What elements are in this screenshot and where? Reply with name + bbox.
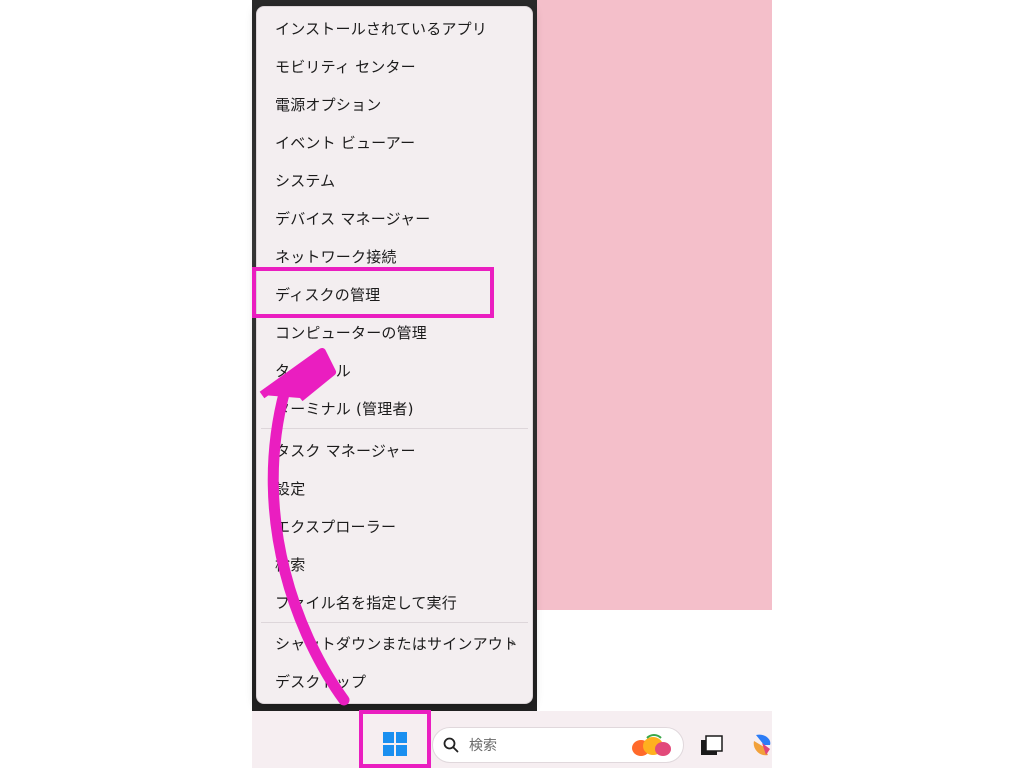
winx-context-menu: インストールされているアプリ モビリティ センター 電源オプション イベント ビ… — [256, 6, 533, 704]
menu-item-mobility-center[interactable]: モビリティ センター — [257, 47, 534, 85]
menu-item-installed-apps[interactable]: インストールされているアプリ — [257, 9, 534, 47]
menu-item-label: 設定 — [275, 479, 306, 498]
chevron-right-icon: › — [510, 635, 516, 651]
menu-item-terminal-admin[interactable]: ターミナル (管理者) — [257, 389, 534, 427]
search-highlight-fruit-icon — [632, 734, 671, 756]
menu-item-label: ファイル名を指定して実行 — [275, 593, 457, 612]
menu-separator — [261, 622, 528, 623]
menu-item-label: シャットダウンまたはサインアウト — [275, 634, 519, 653]
menu-item-run[interactable]: ファイル名を指定して実行 — [257, 583, 534, 621]
menu-item-task-manager[interactable]: タスク マネージャー — [257, 431, 534, 469]
task-view-icon[interactable] — [700, 735, 724, 757]
menu-item-terminal[interactable]: ターミナル — [257, 351, 534, 389]
menu-separator — [261, 428, 528, 429]
menu-item-event-viewer[interactable]: イベント ビューアー — [257, 123, 534, 161]
menu-item-label: ターミナル (管理者) — [275, 399, 414, 418]
menu-item-settings[interactable]: 設定 — [257, 469, 534, 507]
screenshot-stage: インストールされているアプリ モビリティ センター 電源オプション イベント ビ… — [0, 0, 1024, 768]
menu-item-label: デバイス マネージャー — [275, 209, 431, 228]
menu-item-power-options[interactable]: 電源オプション — [257, 85, 534, 123]
start-button-highlight-box — [359, 710, 431, 768]
menu-item-system[interactable]: システム — [257, 161, 534, 199]
menu-item-label: ネットワーク接続 — [275, 247, 397, 266]
menu-item-label: インストールされているアプリ — [275, 19, 488, 38]
menu-item-label: モビリティ センター — [275, 57, 416, 76]
desktop-wallpaper-light-region — [537, 610, 772, 711]
menu-item-label: イベント ビューアー — [275, 133, 416, 152]
menu-item-label: デスクトップ — [275, 672, 367, 691]
menu-item-label: システム — [275, 171, 336, 190]
menu-item-label: コンピューターの管理 — [275, 323, 428, 342]
menu-item-computer-management[interactable]: コンピューターの管理 — [257, 313, 534, 351]
menu-item-label: 電源オプション — [275, 95, 382, 114]
menu-item-desktop[interactable]: デスクトップ — [257, 662, 534, 700]
disk-management-highlight-box — [252, 267, 494, 318]
copilot-icon[interactable] — [752, 733, 772, 757]
menu-item-label: ターミナル — [275, 361, 352, 380]
menu-item-label: 検索 — [275, 555, 306, 574]
menu-item-shutdown-signout[interactable]: シャットダウンまたはサインアウト › — [257, 624, 534, 662]
menu-item-search[interactable]: 検索 — [257, 545, 534, 583]
menu-item-device-manager[interactable]: デバイス マネージャー — [257, 199, 534, 237]
search-label: 検索 — [469, 738, 497, 754]
menu-item-label: エクスプローラー — [275, 517, 397, 536]
menu-item-label: タスク マネージャー — [275, 441, 416, 460]
menu-item-explorer[interactable]: エクスプローラー — [257, 507, 534, 545]
search-icon — [443, 737, 459, 753]
taskbar-search-box[interactable]: 検索 — [432, 727, 684, 763]
